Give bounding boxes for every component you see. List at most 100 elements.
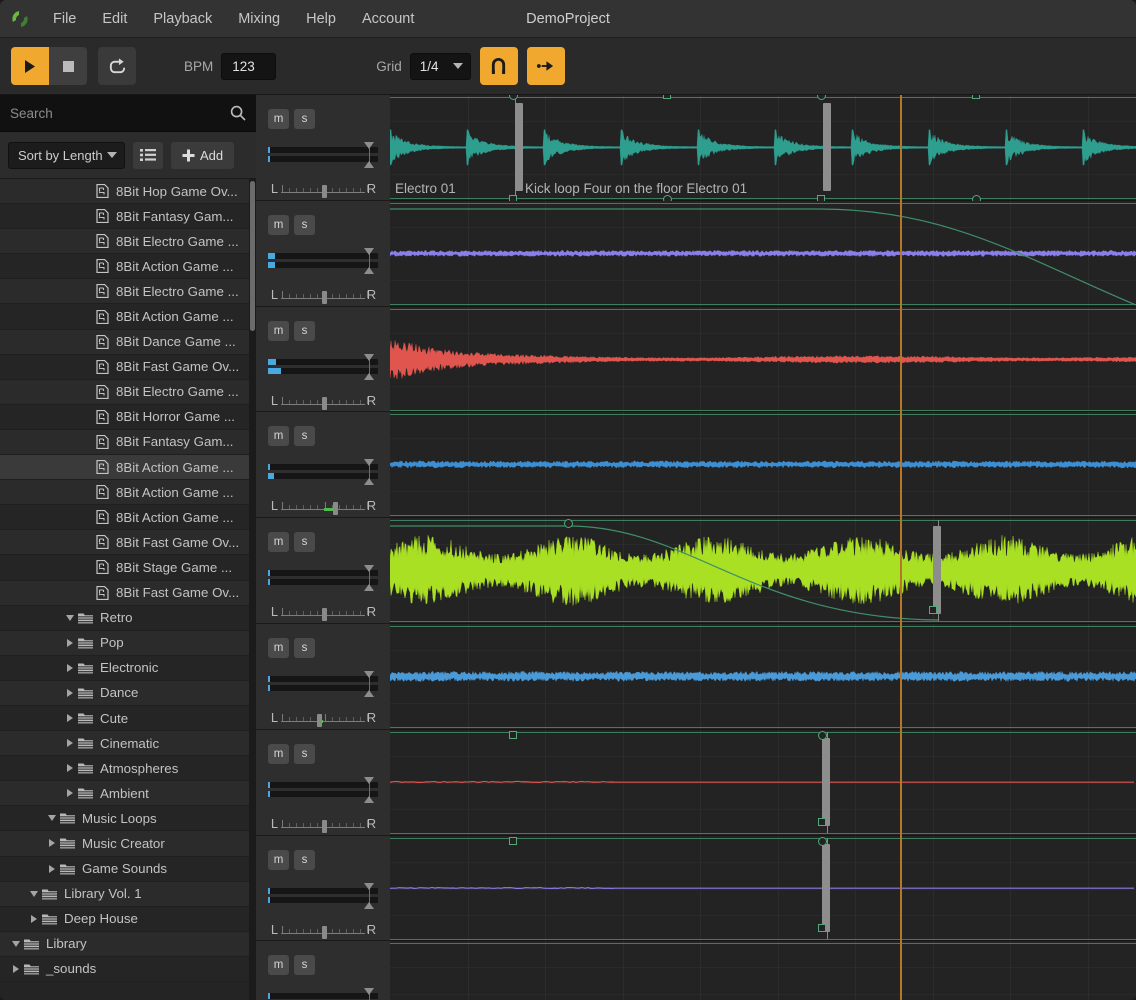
sidebar-scrollbar[interactable] xyxy=(249,179,256,1000)
solo-button[interactable]: s xyxy=(294,214,315,235)
grid-select[interactable]: 1/4 xyxy=(409,52,471,80)
tree-file-row[interactable]: 8Bit Action Game ... xyxy=(0,480,256,506)
tree-folder-row[interactable]: Atmospheres xyxy=(0,756,256,782)
pan-slider[interactable] xyxy=(281,490,368,516)
list-view-button[interactable] xyxy=(133,141,163,169)
tree-expander[interactable] xyxy=(44,815,60,822)
search-bar[interactable]: Search xyxy=(0,95,256,132)
arrange-timeline[interactable]: Electro 01 Kick loop Four on the floor El… xyxy=(390,95,1136,1000)
tree-file-row[interactable]: 8Bit Horror Game ... xyxy=(0,404,256,430)
tree-expander[interactable] xyxy=(62,638,78,647)
chevron-down-icon[interactable] xyxy=(30,890,38,897)
chevron-down-icon[interactable] xyxy=(12,940,20,947)
chevron-right-icon[interactable] xyxy=(49,839,55,848)
search-icon[interactable] xyxy=(230,105,246,121)
clip-split-handle[interactable] xyxy=(515,103,523,191)
pan-thumb[interactable] xyxy=(321,396,327,410)
tree-file-row[interactable]: 8Bit Action Game ... xyxy=(0,304,256,330)
solo-button[interactable]: s xyxy=(294,637,315,658)
chevron-down-icon[interactable] xyxy=(66,614,74,621)
clip-split-handle[interactable] xyxy=(822,843,830,932)
tree-file-row[interactable]: 8Bit Fantasy Gam... xyxy=(0,429,256,456)
fader-handle-bottom[interactable] xyxy=(364,584,375,592)
fader-handle-bottom[interactable] xyxy=(364,478,375,486)
pan-slider[interactable] xyxy=(281,808,368,834)
snap-toggle-button[interactable] xyxy=(479,47,518,85)
tree-file-row[interactable]: 8Bit Electro Game ... xyxy=(0,229,256,255)
tree-folder-row[interactable]: Music Creator xyxy=(0,831,256,857)
automation-curve[interactable] xyxy=(390,518,1136,623)
bpm-input[interactable]: 123 xyxy=(221,52,277,80)
mute-button[interactable]: m xyxy=(268,637,289,658)
volume-fader[interactable] xyxy=(268,988,378,1000)
pan-slider[interactable] xyxy=(281,385,368,411)
search-input[interactable]: Search xyxy=(10,106,230,121)
pan-slider[interactable] xyxy=(281,173,368,199)
mute-button[interactable]: m xyxy=(268,109,289,129)
timeline-track[interactable] xyxy=(390,835,1136,942)
tree-folder-row[interactable]: Deep House xyxy=(0,906,256,932)
volume-fader[interactable] xyxy=(268,565,378,592)
clip-anchor-handle[interactable] xyxy=(509,836,517,845)
solo-button[interactable]: s xyxy=(294,320,315,341)
mute-button[interactable]: m xyxy=(268,320,289,341)
play-button[interactable] xyxy=(11,47,49,85)
tree-file-row[interactable]: 8Bit Electro Game ... xyxy=(0,279,256,305)
volume-fader[interactable] xyxy=(268,247,378,274)
tree-folder-row[interactable]: _sounds xyxy=(0,956,256,982)
track-header[interactable]: ms LR xyxy=(256,835,390,942)
menu-item-mixing[interactable]: Mixing xyxy=(225,0,293,38)
tree-file-row[interactable]: 8Bit Action Game ... xyxy=(0,455,256,481)
menu-item-help[interactable]: Help xyxy=(293,0,349,38)
pan-slider[interactable] xyxy=(281,702,368,728)
pan-thumb[interactable] xyxy=(321,925,327,939)
tree-file-row[interactable]: 8Bit Fast Game Ov... xyxy=(0,580,256,606)
tree-file-row[interactable]: 8Bit Electro Game ... xyxy=(0,379,256,405)
chevron-down-icon[interactable] xyxy=(48,815,56,822)
clip-anchor-handle[interactable] xyxy=(818,923,826,932)
chevron-right-icon[interactable] xyxy=(67,739,73,748)
fader-handle-bottom[interactable] xyxy=(364,689,375,697)
clip-anchor-handle[interactable] xyxy=(972,95,980,99)
tree-file-row[interactable]: 8Bit Action Game ... xyxy=(0,254,256,280)
clip-fade-handle[interactable] xyxy=(818,730,827,740)
follow-playhead-button[interactable] xyxy=(526,47,565,85)
tree-folder-row[interactable]: Library xyxy=(0,931,256,957)
pan-control[interactable]: LR xyxy=(268,488,378,516)
sort-select[interactable]: Sort by Length xyxy=(8,141,125,169)
clip-anchor-handle[interactable] xyxy=(929,606,937,615)
tree-file-row[interactable]: 8Bit Dance Game ... xyxy=(0,329,256,355)
volume-fader[interactable] xyxy=(268,670,378,697)
tree-expander[interactable] xyxy=(44,839,60,848)
tree-folder-row[interactable]: Ambient xyxy=(0,781,256,807)
tree-folder-row[interactable]: Dance xyxy=(0,680,256,706)
tree-expander[interactable] xyxy=(62,714,78,723)
clip-split-handle[interactable] xyxy=(822,737,830,826)
solo-button[interactable]: s xyxy=(294,955,315,976)
fader-handle-bottom[interactable] xyxy=(364,795,375,803)
fader-handle-top[interactable] xyxy=(364,142,375,149)
pan-slider[interactable] xyxy=(281,914,368,940)
timeline-track[interactable] xyxy=(390,412,1136,519)
track-header[interactable]: ms LR xyxy=(256,623,390,730)
timeline-track[interactable] xyxy=(390,518,1136,624)
stop-button[interactable] xyxy=(49,47,87,85)
solo-button[interactable]: s xyxy=(294,532,315,553)
tree-expander[interactable] xyxy=(8,940,24,947)
menu-item-playback[interactable]: Playback xyxy=(140,0,225,38)
tree-folder-row[interactable]: Retro xyxy=(0,605,256,631)
timeline-track[interactable] xyxy=(390,306,1136,413)
timeline-track[interactable] xyxy=(390,941,1136,1000)
playhead[interactable] xyxy=(900,95,902,1000)
volume-fader[interactable] xyxy=(268,882,378,909)
fader-handle-bottom[interactable] xyxy=(364,266,375,274)
fader-handle-top[interactable] xyxy=(364,882,375,890)
volume-fader[interactable] xyxy=(268,459,378,486)
timeline-track[interactable] xyxy=(390,200,1136,307)
pan-control[interactable]: LR xyxy=(268,806,378,834)
clip-split-handle[interactable] xyxy=(823,103,831,191)
solo-button[interactable]: s xyxy=(294,109,315,129)
fader-handle-bottom[interactable] xyxy=(364,901,375,909)
pan-slider[interactable] xyxy=(281,596,368,622)
tree-folder-row[interactable]: Electronic xyxy=(0,655,256,681)
